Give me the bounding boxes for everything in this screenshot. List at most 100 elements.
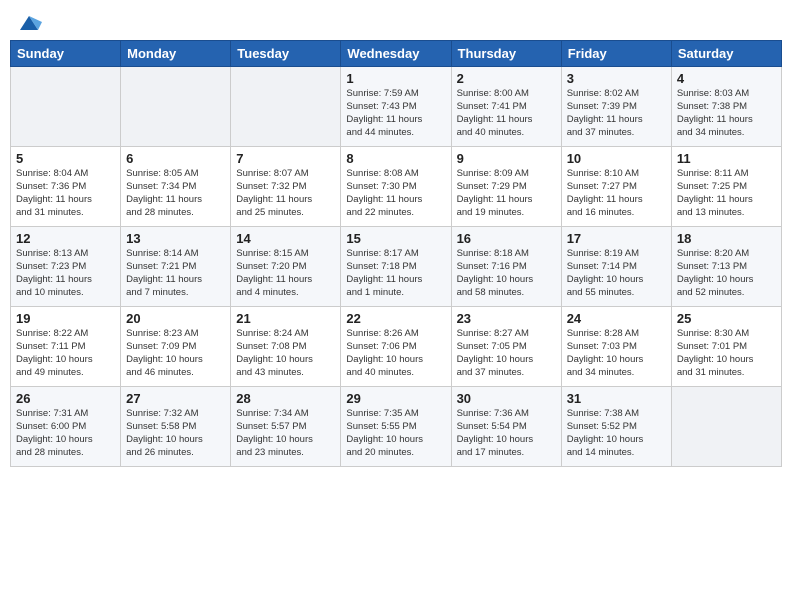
day-number: 20 bbox=[126, 311, 225, 326]
calendar-cell: 16 Sunrise: 8:18 AM Sunset: 7:16 PM Dayli… bbox=[451, 227, 561, 307]
day-info: Sunrise: 8:27 AM Sunset: 7:05 PM Dayligh… bbox=[457, 328, 556, 379]
calendar-cell: 24Sunrise: 8:28 AM Sunset: 7:03 PM Dayli… bbox=[561, 307, 671, 387]
day-info: Sunrise: 8:07 AM Sunset: 7:32 PM Dayligh… bbox=[236, 168, 335, 219]
day-info: Sunrise: 8:08 AM Sunset: 7:30 PM Dayligh… bbox=[346, 168, 445, 219]
day-number: 25 bbox=[677, 311, 776, 326]
day-info: Sunrise: 8:02 AM Sunset: 7:39 PM Dayligh… bbox=[567, 88, 666, 139]
calendar-cell bbox=[11, 67, 121, 147]
calendar-cell bbox=[121, 67, 231, 147]
day-number: 9 bbox=[457, 151, 556, 166]
calendar-cell: 17 Sunrise: 8:19 AM Sunset: 7:14 PM Dayli… bbox=[561, 227, 671, 307]
calendar-cell: 14 Sunrise: 8:15 AM Sunset: 7:20 PM Dayli… bbox=[231, 227, 341, 307]
calendar-cell: 1 Sunrise: 7:59 AM Sunset: 7:43 PM Daylig… bbox=[341, 67, 451, 147]
calendar-cell: 28Sunrise: 7:34 AM Sunset: 5:57 PM Dayli… bbox=[231, 387, 341, 467]
calendar-cell: 5Sunrise: 8:04 AM Sunset: 7:36 PM Daylig… bbox=[11, 147, 121, 227]
calendar-cell: 20 Sunrise: 8:23 AM Sunset: 7:09 PM Dayli… bbox=[121, 307, 231, 387]
calendar-cell: 15 Sunrise: 8:17 AM Sunset: 7:18 PM Dayli… bbox=[341, 227, 451, 307]
weekday-tuesday: Tuesday bbox=[231, 41, 341, 67]
day-info: Sunrise: 8:23 AM Sunset: 7:09 PM Dayligh… bbox=[126, 328, 225, 379]
day-number: 8 bbox=[346, 151, 445, 166]
day-number: 12 bbox=[16, 231, 115, 246]
weekday-thursday: Thursday bbox=[451, 41, 561, 67]
calendar-cell: 22 Sunrise: 8:26 AM Sunset: 7:06 PM Dayli… bbox=[341, 307, 451, 387]
day-info: Sunrise: 8:04 AM Sunset: 7:36 PM Dayligh… bbox=[16, 168, 115, 219]
logo bbox=[14, 10, 42, 34]
calendar-cell: 30Sunrise: 7:36 AM Sunset: 5:54 PM Dayli… bbox=[451, 387, 561, 467]
weekday-friday: Friday bbox=[561, 41, 671, 67]
day-info: Sunrise: 8:28 AM Sunset: 7:03 PM Dayligh… bbox=[567, 328, 666, 379]
calendar-week-4: 19Sunrise: 8:22 AM Sunset: 7:11 PM Dayli… bbox=[11, 307, 782, 387]
day-info: Sunrise: 7:32 AM Sunset: 5:58 PM Dayligh… bbox=[126, 408, 225, 459]
calendar-cell: 7Sunrise: 8:07 AM Sunset: 7:32 PM Daylig… bbox=[231, 147, 341, 227]
calendar-cell: 26 Sunrise: 7:31 AM Sunset: 6:00 PM Dayli… bbox=[11, 387, 121, 467]
day-number: 13 bbox=[126, 231, 225, 246]
logo-text bbox=[14, 10, 42, 34]
day-number: 26 bbox=[16, 391, 115, 406]
day-info: Sunrise: 8:11 AM Sunset: 7:25 PM Dayligh… bbox=[677, 168, 776, 219]
day-info: Sunrise: 8:00 AM Sunset: 7:41 PM Dayligh… bbox=[457, 88, 556, 139]
day-info: Sunrise: 7:59 AM Sunset: 7:43 PM Dayligh… bbox=[346, 88, 445, 139]
day-info: Sunrise: 8:15 AM Sunset: 7:20 PM Dayligh… bbox=[236, 248, 335, 299]
calendar-week-5: 26 Sunrise: 7:31 AM Sunset: 6:00 PM Dayli… bbox=[11, 387, 782, 467]
day-info: Sunrise: 7:31 AM Sunset: 6:00 PM Dayligh… bbox=[16, 408, 115, 459]
calendar-cell bbox=[231, 67, 341, 147]
calendar-cell: 21 Sunrise: 8:24 AM Sunset: 7:08 PM Dayli… bbox=[231, 307, 341, 387]
day-info: Sunrise: 8:20 AM Sunset: 7:13 PM Dayligh… bbox=[677, 248, 776, 299]
page-header bbox=[10, 10, 782, 34]
weekday-saturday: Saturday bbox=[671, 41, 781, 67]
day-info: Sunrise: 8:03 AM Sunset: 7:38 PM Dayligh… bbox=[677, 88, 776, 139]
day-number: 18 bbox=[677, 231, 776, 246]
calendar-cell: 31 Sunrise: 7:38 AM Sunset: 5:52 PM Dayli… bbox=[561, 387, 671, 467]
day-info: Sunrise: 8:14 AM Sunset: 7:21 PM Dayligh… bbox=[126, 248, 225, 299]
day-info: Sunrise: 8:10 AM Sunset: 7:27 PM Dayligh… bbox=[567, 168, 666, 219]
day-info: Sunrise: 8:13 AM Sunset: 7:23 PM Dayligh… bbox=[16, 248, 115, 299]
day-info: Sunrise: 8:30 AM Sunset: 7:01 PM Dayligh… bbox=[677, 328, 776, 379]
day-number: 16 bbox=[457, 231, 556, 246]
day-number: 29 bbox=[346, 391, 445, 406]
calendar-cell: 11 Sunrise: 8:11 AM Sunset: 7:25 PM Dayli… bbox=[671, 147, 781, 227]
day-info: Sunrise: 8:19 AM Sunset: 7:14 PM Dayligh… bbox=[567, 248, 666, 299]
day-number: 30 bbox=[457, 391, 556, 406]
day-info: Sunrise: 8:26 AM Sunset: 7:06 PM Dayligh… bbox=[346, 328, 445, 379]
calendar-week-3: 12 Sunrise: 8:13 AM Sunset: 7:23 PM Dayli… bbox=[11, 227, 782, 307]
day-info: Sunrise: 8:17 AM Sunset: 7:18 PM Dayligh… bbox=[346, 248, 445, 299]
day-number: 31 bbox=[567, 391, 666, 406]
day-info: Sunrise: 8:09 AM Sunset: 7:29 PM Dayligh… bbox=[457, 168, 556, 219]
day-number: 11 bbox=[677, 151, 776, 166]
weekday-header-row: SundayMondayTuesdayWednesdayThursdayFrid… bbox=[11, 41, 782, 67]
calendar-cell: 4Sunrise: 8:03 AM Sunset: 7:38 PM Daylig… bbox=[671, 67, 781, 147]
day-number: 27 bbox=[126, 391, 225, 406]
day-info: Sunrise: 8:18 AM Sunset: 7:16 PM Dayligh… bbox=[457, 248, 556, 299]
day-info: Sunrise: 7:35 AM Sunset: 5:55 PM Dayligh… bbox=[346, 408, 445, 459]
day-number: 2 bbox=[457, 71, 556, 86]
day-number: 17 bbox=[567, 231, 666, 246]
day-number: 15 bbox=[346, 231, 445, 246]
day-number: 14 bbox=[236, 231, 335, 246]
day-info: Sunrise: 7:38 AM Sunset: 5:52 PM Dayligh… bbox=[567, 408, 666, 459]
day-number: 10 bbox=[567, 151, 666, 166]
calendar-table: SundayMondayTuesdayWednesdayThursdayFrid… bbox=[10, 40, 782, 467]
calendar-cell: 12 Sunrise: 8:13 AM Sunset: 7:23 PM Dayli… bbox=[11, 227, 121, 307]
day-number: 1 bbox=[346, 71, 445, 86]
weekday-sunday: Sunday bbox=[11, 41, 121, 67]
calendar-cell: 23Sunrise: 8:27 AM Sunset: 7:05 PM Dayli… bbox=[451, 307, 561, 387]
weekday-monday: Monday bbox=[121, 41, 231, 67]
calendar-cell: 29 Sunrise: 7:35 AM Sunset: 5:55 PM Dayli… bbox=[341, 387, 451, 467]
calendar-cell: 19Sunrise: 8:22 AM Sunset: 7:11 PM Dayli… bbox=[11, 307, 121, 387]
day-number: 6 bbox=[126, 151, 225, 166]
day-info: Sunrise: 8:22 AM Sunset: 7:11 PM Dayligh… bbox=[16, 328, 115, 379]
calendar-cell: 25 Sunrise: 8:30 AM Sunset: 7:01 PM Dayli… bbox=[671, 307, 781, 387]
calendar-week-2: 5Sunrise: 8:04 AM Sunset: 7:36 PM Daylig… bbox=[11, 147, 782, 227]
day-number: 22 bbox=[346, 311, 445, 326]
calendar-cell bbox=[671, 387, 781, 467]
calendar-cell: 9 Sunrise: 8:09 AM Sunset: 7:29 PM Daylig… bbox=[451, 147, 561, 227]
calendar-cell: 3 Sunrise: 8:02 AM Sunset: 7:39 PM Daylig… bbox=[561, 67, 671, 147]
calendar-cell: 10 Sunrise: 8:10 AM Sunset: 7:27 PM Dayli… bbox=[561, 147, 671, 227]
calendar-cell: 2 Sunrise: 8:00 AM Sunset: 7:41 PM Daylig… bbox=[451, 67, 561, 147]
day-info: Sunrise: 8:24 AM Sunset: 7:08 PM Dayligh… bbox=[236, 328, 335, 379]
day-number: 3 bbox=[567, 71, 666, 86]
day-info: Sunrise: 8:05 AM Sunset: 7:34 PM Dayligh… bbox=[126, 168, 225, 219]
calendar-cell: 18 Sunrise: 8:20 AM Sunset: 7:13 PM Dayli… bbox=[671, 227, 781, 307]
calendar-cell: 6 Sunrise: 8:05 AM Sunset: 7:34 PM Daylig… bbox=[121, 147, 231, 227]
day-number: 21 bbox=[236, 311, 335, 326]
